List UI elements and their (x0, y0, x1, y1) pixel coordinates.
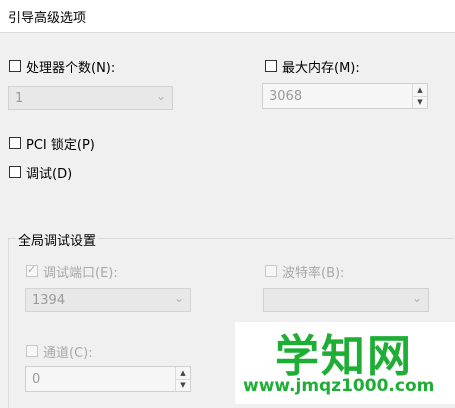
watermark-url: www.jmqz1000.com (243, 376, 435, 396)
baud-rate-select[interactable]: ⌄ (263, 288, 429, 312)
debug-label: 调试(D) (26, 167, 73, 182)
debug-port-label: 调试端口(E): (43, 266, 118, 281)
channel-label: 通道(C): (43, 346, 93, 361)
processors-checkbox[interactable] (9, 60, 21, 72)
window-title: 引导高级选项 (8, 11, 87, 26)
chevron-down-icon: ⌄ (155, 89, 166, 103)
pci-lock-checkbox[interactable] (9, 137, 21, 149)
chevron-down-icon: ⌄ (173, 291, 184, 305)
baud-rate-checkbox[interactable] (265, 265, 277, 277)
debug-port-checkbox[interactable] (26, 263, 38, 277)
max-memory-input[interactable]: 3068 ▲ ▼ (262, 83, 428, 109)
channel-value: 0 (32, 372, 41, 387)
watermark-logo-text: 学知网 (275, 331, 413, 382)
global-debug-title: 全局调试设置 (16, 230, 99, 249)
chevron-down-icon: ⌄ (411, 291, 422, 305)
channel-spinner: ▲ ▼ (175, 367, 190, 391)
spin-down-icon[interactable]: ▼ (176, 379, 190, 391)
channel-checkbox[interactable] (26, 345, 38, 357)
processors-select[interactable]: 1 ⌄ (8, 86, 173, 110)
baud-rate-label: 波特率(B): (282, 266, 345, 281)
pci-lock-label: PCI 锁定(P) (26, 138, 95, 153)
processors-label: 处理器个数(N): (26, 61, 116, 76)
spin-down-icon[interactable]: ▼ (413, 96, 427, 108)
debug-port-select[interactable]: 1394 ⌄ (25, 288, 191, 312)
max-memory-value: 3068 (269, 89, 303, 104)
max-memory-spinner: ▲ ▼ (412, 84, 427, 108)
watermark: 学知网 www.jmqz1000.com (235, 322, 455, 404)
debug-checkbox[interactable] (9, 166, 21, 178)
channel-input[interactable]: 0 ▲ ▼ (25, 366, 191, 392)
debug-port-value: 1394 (32, 293, 66, 308)
title-bar: 引导高级选项 (0, 0, 455, 33)
max-memory-checkbox[interactable] (265, 60, 277, 72)
processors-value: 1 (15, 91, 24, 106)
max-memory-label: 最大内存(M): (282, 61, 360, 76)
